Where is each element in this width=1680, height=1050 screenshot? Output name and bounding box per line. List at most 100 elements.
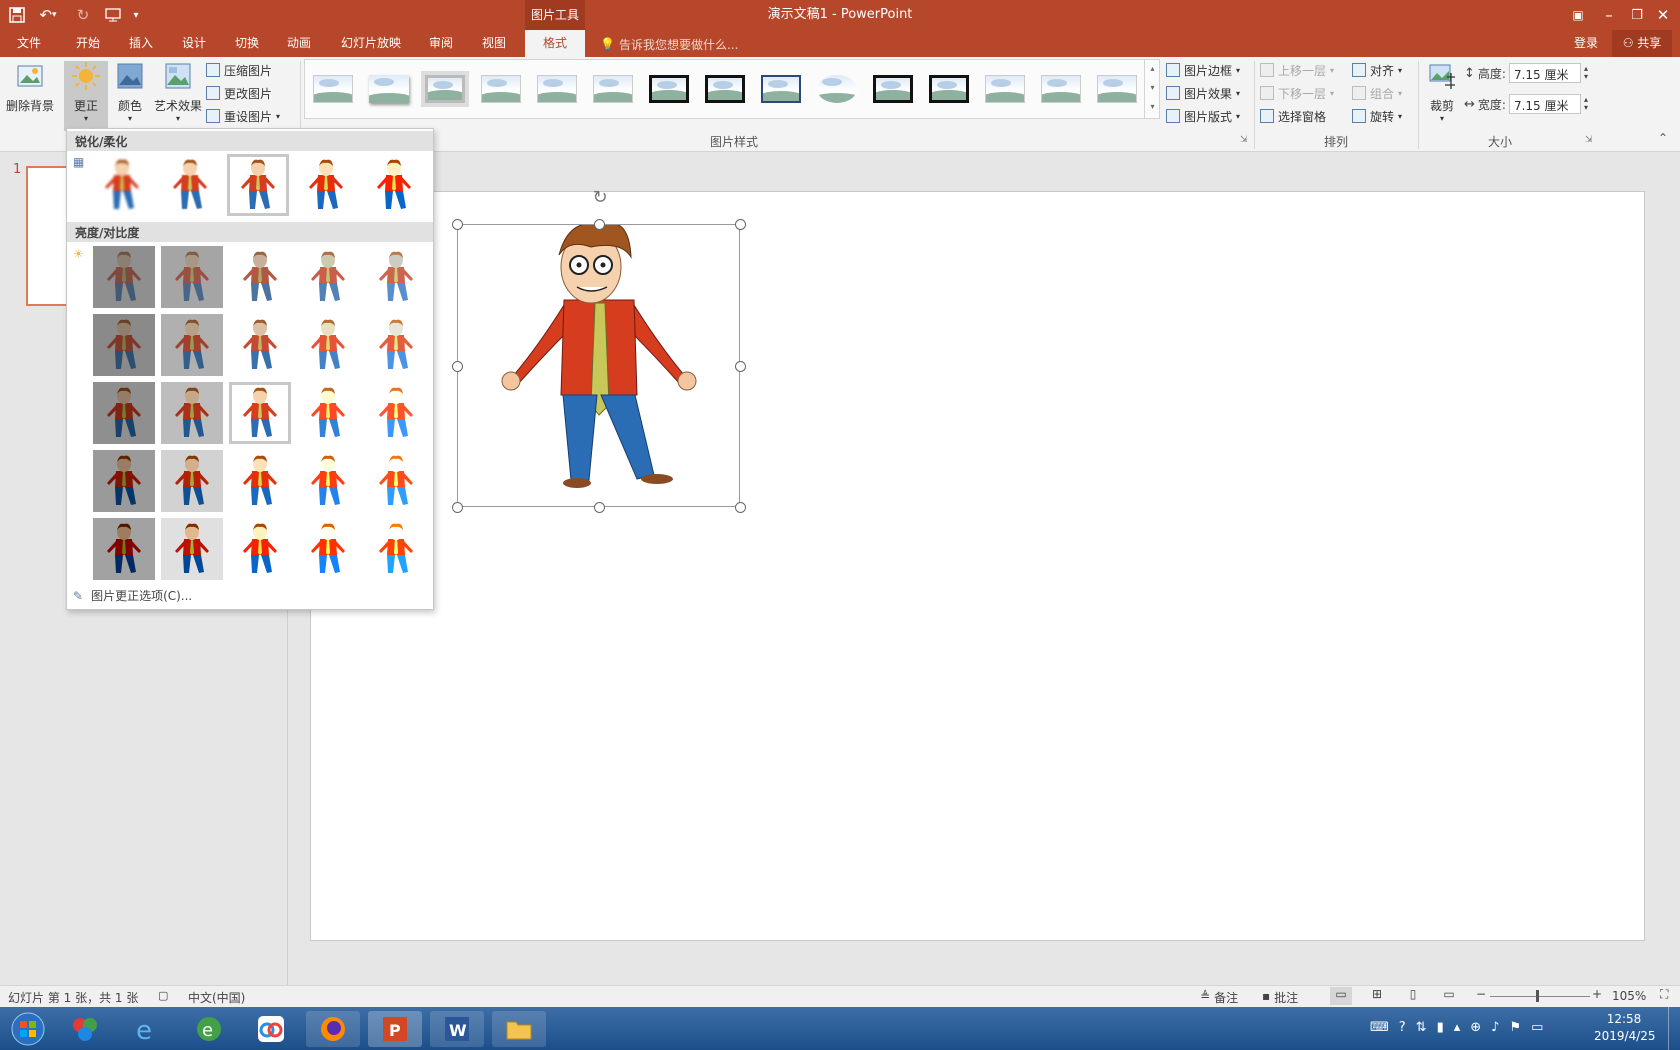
volume-icon[interactable]: ♪ <box>1491 1020 1499 1035</box>
redo-icon[interactable]: ↻ <box>72 4 94 26</box>
resize-handle-n[interactable] <box>594 219 605 230</box>
brightness-contrast-preset[interactable] <box>229 314 291 376</box>
zoom-in-icon[interactable]: + <box>1592 987 1602 1001</box>
picture-style-thumbnail[interactable] <box>701 71 749 107</box>
picture-style-thumbnail[interactable] <box>1093 71 1141 107</box>
flag-icon[interactable]: ⚑ <box>1509 1020 1521 1035</box>
resize-handle-se[interactable] <box>735 502 746 513</box>
reset-picture-button[interactable]: 重设图片 ▾ <box>206 106 280 126</box>
normal-view-icon[interactable]: ▭ <box>1330 987 1352 1005</box>
start-slideshow-icon[interactable] <box>102 4 124 26</box>
sharpen-preset[interactable] <box>91 154 153 216</box>
share-button[interactable]: ⚇ 共享 <box>1612 30 1672 57</box>
brightness-contrast-preset[interactable] <box>297 314 359 376</box>
tab-view[interactable]: 视图 <box>473 30 515 57</box>
width-spinner[interactable]: ▴ ▾ <box>1584 96 1588 112</box>
send-backward-button[interactable]: 下移一层 ▾ <box>1260 83 1334 103</box>
show-hidden-icons-icon[interactable]: ▴ <box>1454 1020 1461 1035</box>
tell-me-box[interactable]: 💡 告诉我您想要做什么... <box>600 35 738 53</box>
add-icon[interactable]: ⊕ <box>1470 1020 1481 1035</box>
size-dialog-launcher-icon[interactable]: ⇲ <box>1585 135 1593 145</box>
tab-review[interactable]: 审阅 <box>420 30 462 57</box>
brightness-contrast-preset[interactable] <box>297 382 359 444</box>
clock[interactable]: 12:58 2019/4/25 <box>1594 1011 1656 1045</box>
picture-border-button[interactable]: 图片边框 ▾ <box>1166 60 1240 80</box>
brightness-contrast-preset[interactable] <box>93 382 155 444</box>
notes-button[interactable]: ≜ 备注 <box>1200 989 1238 1006</box>
bring-forward-button[interactable]: 上移一层 ▾ <box>1260 60 1334 80</box>
picture-style-thumbnail[interactable] <box>869 71 917 107</box>
minimize-icon[interactable]: – <box>1598 4 1620 26</box>
zoom-level[interactable]: 105% <box>1612 989 1646 1003</box>
brightness-contrast-preset[interactable] <box>297 246 359 308</box>
customize-icon[interactable]: ▾ <box>130 4 142 26</box>
maximize-icon[interactable]: ❐ <box>1626 4 1648 26</box>
gallery-scroll[interactable]: ▴ ▾ ▾ <box>1144 59 1160 119</box>
sharpen-preset[interactable] <box>227 154 289 216</box>
undo-icon[interactable]: ↶ ▾ <box>34 4 62 26</box>
sharpen-preset[interactable] <box>295 154 357 216</box>
brightness-contrast-preset[interactable] <box>93 518 155 580</box>
reading-view-icon[interactable]: ▯ <box>1402 987 1424 1001</box>
brightness-contrast-preset[interactable] <box>365 314 427 376</box>
tab-format[interactable]: 格式 <box>525 30 585 57</box>
tab-transitions[interactable]: 切换 <box>226 30 268 57</box>
corrections-button[interactable]: 更正 ▾ <box>64 61 108 131</box>
picture-corrections-options-link[interactable]: ✎ 图片更正选项(C)... <box>73 587 192 604</box>
language-indicator[interactable]: 中文(中国) <box>188 989 245 1006</box>
brightness-contrast-preset[interactable] <box>161 314 223 376</box>
brightness-contrast-preset[interactable] <box>297 518 359 580</box>
selected-picture[interactable]: ↻ <box>452 187 746 513</box>
brightness-contrast-preset[interactable] <box>229 246 291 308</box>
picture-effects-button[interactable]: 图片效果 ▾ <box>1166 83 1240 103</box>
picture-style-thumbnail[interactable] <box>309 71 357 107</box>
rotate-handle-icon[interactable]: ↻ <box>589 187 611 209</box>
picture-style-thumbnail[interactable] <box>533 71 581 107</box>
start-orb[interactable] <box>4 1011 52 1047</box>
picture-style-thumbnail[interactable] <box>645 71 693 107</box>
tab-file[interactable]: 文件 <box>8 30 50 57</box>
picture-style-thumbnail[interactable] <box>1037 71 1085 107</box>
brightness-contrast-preset[interactable] <box>365 518 427 580</box>
height-input[interactable]: 7.15 厘米 <box>1508 63 1581 83</box>
brightness-contrast-preset[interactable] <box>161 518 223 580</box>
slideshow-view-icon[interactable]: ▭ <box>1438 987 1460 1001</box>
network-icon[interactable]: ⇅ <box>1416 1020 1427 1035</box>
crop-button[interactable]: 裁剪 ▾ <box>1422 61 1462 141</box>
brightness-contrast-preset[interactable] <box>93 314 155 376</box>
brightness-contrast-preset[interactable] <box>229 382 291 444</box>
tab-home[interactable]: 开始 <box>67 30 109 57</box>
align-button[interactable]: 对齐 ▾ <box>1352 60 1402 80</box>
resize-handle-s[interactable] <box>594 502 605 513</box>
collapse-ribbon-icon[interactable]: ⌃ <box>1658 131 1668 145</box>
signin-link[interactable]: 登录 <box>1568 30 1604 57</box>
tab-slideshow[interactable]: 幻灯片放映 <box>335 30 407 57</box>
tab-design[interactable]: 设计 <box>173 30 215 57</box>
slide-canvas[interactable]: ↻ <box>310 187 1645 941</box>
picture-style-thumbnail[interactable] <box>757 71 805 107</box>
help-icon[interactable]: ? <box>1399 1020 1406 1035</box>
fit-to-window-icon[interactable]: ⛶ <box>1660 987 1668 1002</box>
sharpen-preset[interactable] <box>363 154 425 216</box>
resize-handle-e[interactable] <box>735 361 746 372</box>
zoom-slider[interactable] <box>1490 996 1590 997</box>
picture-style-thumbnail[interactable] <box>365 71 413 107</box>
sharpen-preset[interactable] <box>159 154 221 216</box>
selection-pane-button[interactable]: 选择窗格 <box>1260 106 1326 126</box>
picture-layout-button[interactable]: 图片版式 ▾ <box>1166 106 1240 126</box>
resize-handle-nw[interactable] <box>452 219 463 230</box>
picture-style-thumbnail[interactable] <box>981 71 1029 107</box>
brightness-contrast-preset[interactable] <box>229 518 291 580</box>
brightness-contrast-preset[interactable] <box>365 450 427 512</box>
firefox-icon[interactable] <box>306 1011 360 1047</box>
powerpoint-icon[interactable]: P <box>368 1011 422 1047</box>
brightness-contrast-preset[interactable] <box>161 382 223 444</box>
save-icon[interactable] <box>6 4 28 26</box>
tab-animations[interactable]: 动画 <box>278 30 320 57</box>
battery-icon[interactable]: ▮ <box>1437 1020 1444 1035</box>
close-icon[interactable]: ✕ <box>1652 4 1674 26</box>
zoom-slider-thumb[interactable] <box>1536 990 1539 1002</box>
file-explorer-icon[interactable] <box>492 1011 546 1047</box>
rotate-button[interactable]: 旋转 ▾ <box>1352 106 1402 126</box>
browser-icon[interactable]: e <box>182 1011 236 1047</box>
